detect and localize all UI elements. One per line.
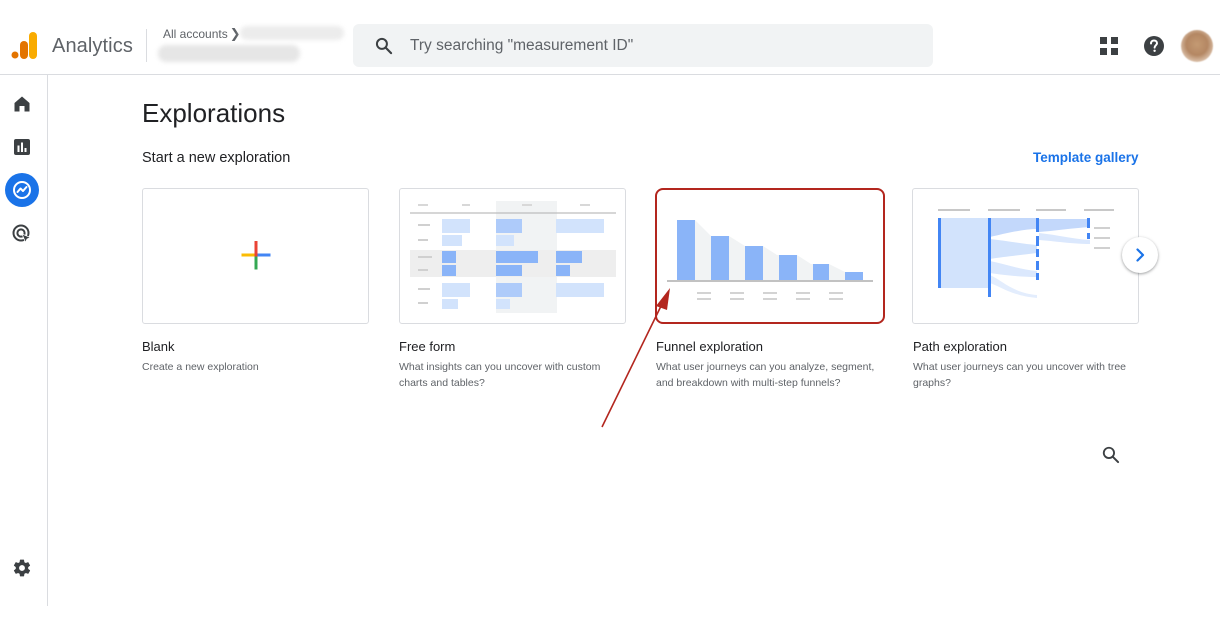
ads-target-icon <box>12 224 32 244</box>
search-icon <box>375 37 393 55</box>
redacted-account-name <box>240 26 344 40</box>
template-card-funnel-exploration[interactable] <box>655 188 885 324</box>
avatar[interactable] <box>1181 30 1213 62</box>
template-card-blank[interactable] <box>142 188 369 324</box>
path-illustration <box>938 209 1114 298</box>
nav-settings[interactable] <box>5 551 39 585</box>
account-breadcrumb[interactable]: All accounts ❯ <box>163 26 241 42</box>
template-desc-path-exploration: What user journeys can you uncover with … <box>913 361 1127 389</box>
home-icon <box>14 96 30 112</box>
apps-grid-icon[interactable] <box>1100 37 1118 55</box>
help-icon[interactable] <box>1143 35 1165 57</box>
chevron-right-icon <box>1136 248 1145 262</box>
template-name-blank[interactable]: Blank <box>142 339 175 354</box>
nav-explore[interactable] <box>5 173 39 207</box>
chevron-right-icon: ❯ <box>229 26 241 41</box>
analytics-logo-icon[interactable] <box>11 32 37 59</box>
header-divider <box>146 29 147 62</box>
template-desc-funnel-exploration: What user journeys can you analyze, segm… <box>656 361 875 389</box>
template-name-path-exploration[interactable]: Path exploration <box>913 339 1007 354</box>
template-name-free-form[interactable]: Free form <box>399 339 455 354</box>
nav-reports[interactable] <box>5 130 39 164</box>
search-input[interactable] <box>410 24 910 67</box>
search-icon[interactable] <box>1101 445 1121 465</box>
bar-chart-icon <box>14 139 30 155</box>
left-nav-rail <box>0 75 48 606</box>
redacted-property-name[interactable] <box>158 45 300 62</box>
plus-icon <box>241 241 271 270</box>
funnel-illustration <box>667 220 873 300</box>
template-card-path-exploration[interactable] <box>912 188 1139 324</box>
nav-home[interactable] <box>5 87 39 121</box>
nav-advertising[interactable] <box>5 217 39 251</box>
top-bar: Analytics All accounts ❯ <box>0 0 1220 75</box>
account-breadcrumb-label: All accounts <box>163 27 228 41</box>
annotation-arrow <box>601 288 670 428</box>
carousel-next-button[interactable] <box>1122 237 1158 273</box>
page-title: Explorations <box>142 98 286 128</box>
section-title: Start a new exploration <box>142 150 291 166</box>
gear-icon <box>13 559 31 577</box>
app-title: Analytics <box>52 35 133 57</box>
template-desc-blank: Create a new exploration <box>142 361 259 373</box>
template-gallery-link[interactable]: Template gallery <box>1033 150 1139 165</box>
explore-icon <box>13 181 31 199</box>
search-bar[interactable] <box>353 24 933 67</box>
